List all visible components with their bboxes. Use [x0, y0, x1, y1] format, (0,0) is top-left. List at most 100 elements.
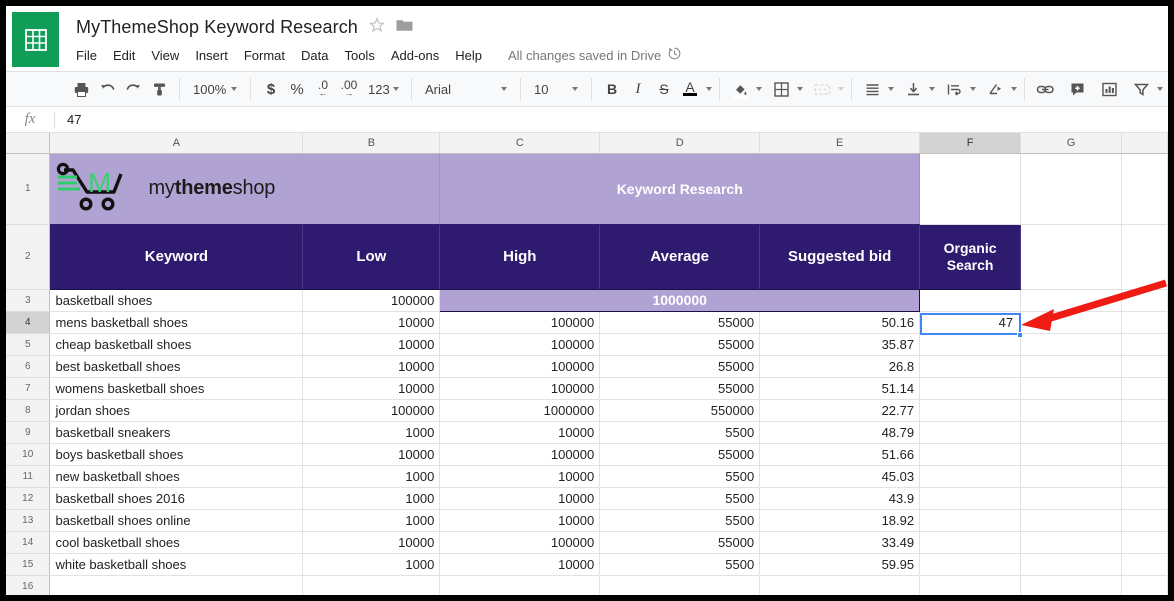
cell-e9[interactable]: 48.79 [759, 421, 921, 444]
star-icon[interactable] [369, 16, 385, 38]
cell-g1[interactable] [1020, 153, 1122, 225]
cell-e15[interactable]: 59.95 [759, 553, 921, 576]
cell-a9[interactable]: basketball sneakers [49, 421, 304, 444]
cell-h15[interactable] [1121, 553, 1168, 576]
row-header-6[interactable]: 6 [6, 355, 51, 378]
fill-color-icon[interactable] [727, 76, 753, 102]
cell-h10[interactable] [1121, 443, 1168, 466]
cell-h14[interactable] [1121, 531, 1168, 554]
comment-icon[interactable] [1064, 76, 1090, 102]
cell-g16[interactable] [1020, 575, 1122, 595]
cell-f5[interactable] [919, 333, 1022, 356]
undo-icon[interactable] [94, 76, 120, 102]
cell-b13[interactable]: 1000 [302, 509, 441, 532]
text-rotation-icon[interactable] [982, 76, 1008, 102]
cell-a16[interactable] [49, 575, 304, 595]
strikethrough-button[interactable]: S [651, 76, 677, 102]
row-header-16[interactable]: 16 [6, 575, 51, 595]
cell-f11[interactable] [919, 465, 1022, 488]
menu-insert[interactable]: Insert [187, 45, 236, 66]
paint-format-icon[interactable] [146, 76, 172, 102]
cell-g6[interactable] [1020, 355, 1122, 378]
column-header-d[interactable]: D [599, 133, 761, 154]
history-clock-icon[interactable] [667, 46, 682, 64]
cell-d4[interactable]: 55000 [599, 311, 761, 334]
header-low[interactable]: Low [302, 224, 441, 290]
cell-f10[interactable] [919, 443, 1022, 466]
cell-b3[interactable]: 100000 [302, 289, 441, 312]
column-header-f[interactable]: F [919, 133, 1022, 154]
cell-c9[interactable]: 10000 [439, 421, 601, 444]
cell-e5[interactable]: 35.87 [759, 333, 921, 356]
cell-d15[interactable]: 5500 [599, 553, 761, 576]
cell-e8[interactable]: 22.77 [759, 399, 921, 422]
cell-c6[interactable]: 100000 [439, 355, 601, 378]
currency-format-button[interactable]: $ [258, 76, 284, 102]
cell-d8[interactable]: 550000 [599, 399, 761, 422]
chevron-down-icon[interactable] [838, 87, 844, 91]
cell-h12[interactable] [1121, 487, 1168, 510]
chevron-down-icon[interactable] [970, 87, 976, 91]
column-header-g[interactable]: G [1020, 133, 1122, 154]
cell-e10[interactable]: 51.66 [759, 443, 921, 466]
cell-h5[interactable] [1121, 333, 1168, 356]
cell-g3[interactable] [1020, 289, 1122, 312]
chevron-down-icon[interactable] [1011, 87, 1017, 91]
cell-d11[interactable]: 5500 [599, 465, 761, 488]
merge-cells-icon[interactable] [809, 76, 835, 102]
row-header-1[interactable]: 1 [6, 153, 51, 225]
chevron-down-icon[interactable] [1157, 87, 1163, 91]
menu-edit[interactable]: Edit [105, 45, 143, 66]
cell-d7[interactable]: 55000 [599, 377, 761, 400]
cell-a14[interactable]: cool basketball shoes [49, 531, 304, 554]
cell-a6[interactable]: best basketball shoes [49, 355, 304, 378]
menu-file[interactable]: File [76, 45, 105, 66]
cell-e4[interactable]: 50.16 [759, 311, 921, 334]
cell-c15[interactable]: 10000 [439, 553, 601, 576]
header-keyword[interactable]: Keyword [49, 224, 304, 290]
cell-c11[interactable]: 10000 [439, 465, 601, 488]
cell-g5[interactable] [1020, 333, 1122, 356]
cell-g14[interactable] [1020, 531, 1122, 554]
cell-c12[interactable]: 10000 [439, 487, 601, 510]
cell-c8[interactable]: 1000000 [439, 399, 601, 422]
header-average[interactable]: Average [599, 224, 761, 290]
chevron-down-icon[interactable] [797, 87, 803, 91]
cell-f9[interactable] [919, 421, 1022, 444]
menu-tools[interactable]: Tools [336, 45, 382, 66]
row-header-11[interactable]: 11 [6, 465, 51, 488]
cell-e6[interactable]: 26.8 [759, 355, 921, 378]
cell-f12[interactable] [919, 487, 1022, 510]
column-header-partial[interactable] [1121, 133, 1168, 154]
cell-c14[interactable]: 100000 [439, 531, 601, 554]
cell-a5[interactable]: cheap basketball shoes [49, 333, 304, 356]
folder-icon[interactable] [396, 18, 413, 37]
row-header-15[interactable]: 15 [6, 553, 51, 576]
text-wrap-icon[interactable] [941, 76, 967, 102]
chart-icon[interactable] [1096, 76, 1122, 102]
cell-e14[interactable]: 33.49 [759, 531, 921, 554]
cell-d5[interactable]: 55000 [599, 333, 761, 356]
cell-c13[interactable]: 10000 [439, 509, 601, 532]
cell-f8[interactable] [919, 399, 1022, 422]
row-header-13[interactable]: 13 [6, 509, 51, 532]
cell-h16[interactable] [1121, 575, 1168, 595]
filter-icon[interactable] [1128, 76, 1154, 102]
cell-g7[interactable] [1020, 377, 1122, 400]
menu-view[interactable]: View [143, 45, 187, 66]
horizontal-align-icon[interactable] [859, 76, 885, 102]
cell-b7[interactable]: 10000 [302, 377, 441, 400]
cell-d14[interactable]: 55000 [599, 531, 761, 554]
cell-a15[interactable]: white basketball shoes [49, 553, 304, 576]
cell-h13[interactable] [1121, 509, 1168, 532]
decrease-decimal-button[interactable]: .0 ← [310, 76, 336, 102]
cell-h2[interactable] [1121, 224, 1168, 290]
cell-b5[interactable]: 10000 [302, 333, 441, 356]
cell-e12[interactable]: 43.9 [759, 487, 921, 510]
cell-f14[interactable] [919, 531, 1022, 554]
cell-h7[interactable] [1121, 377, 1168, 400]
header-high[interactable]: High [439, 224, 601, 290]
cell-b14[interactable]: 10000 [302, 531, 441, 554]
cell-e7[interactable]: 51.14 [759, 377, 921, 400]
cell-g9[interactable] [1020, 421, 1122, 444]
